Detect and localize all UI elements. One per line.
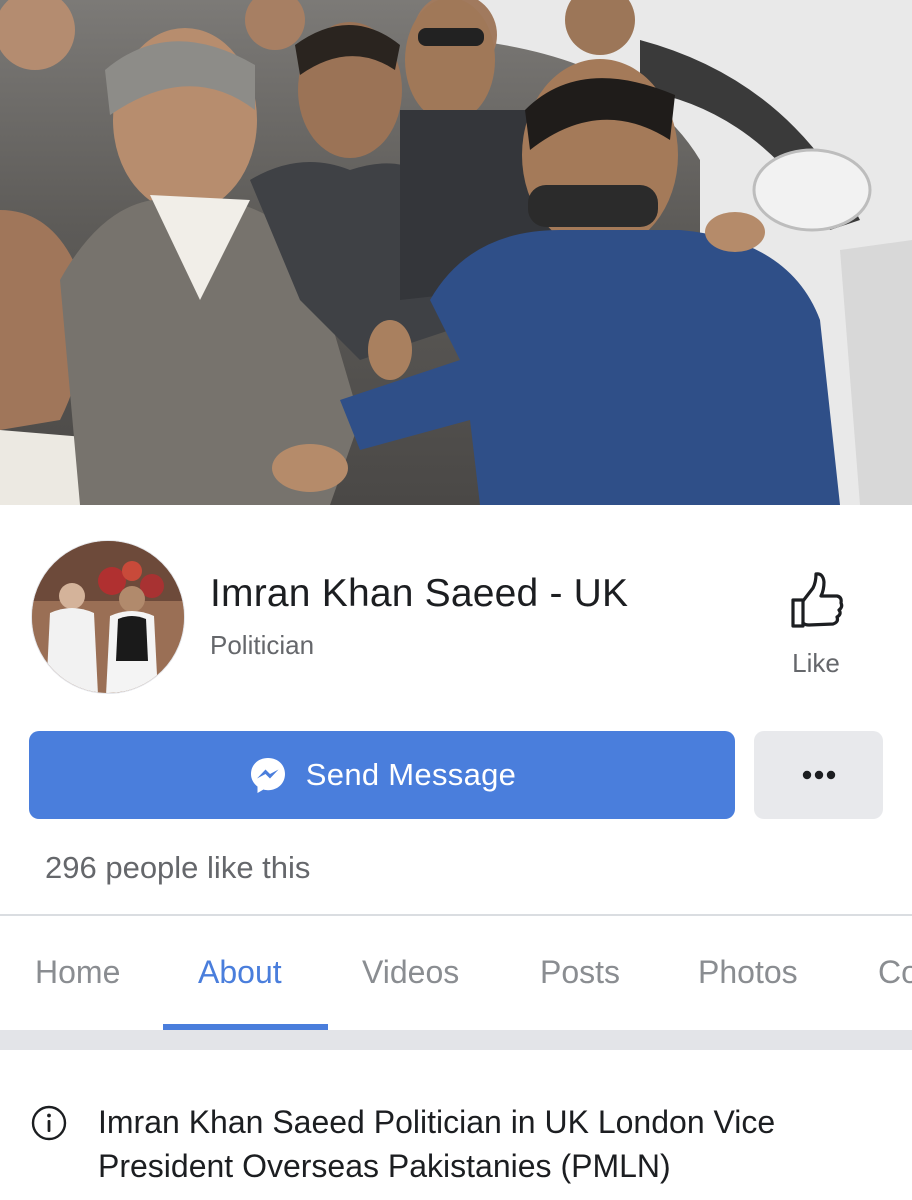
likes-count: 296 people like this <box>45 850 311 885</box>
tab-posts[interactable]: Posts <box>540 954 620 991</box>
tab-home[interactable]: Home <box>35 954 120 991</box>
profile-avatar-image <box>32 541 184 693</box>
tab-community[interactable]: Co <box>878 954 912 991</box>
thumbs-up-icon <box>791 572 844 628</box>
like-label: Like <box>792 648 840 678</box>
info-icon <box>31 1105 67 1141</box>
tab-about[interactable]: About <box>198 954 282 991</box>
profile-avatar[interactable] <box>31 540 185 694</box>
send-message-button[interactable]: Send Message <box>29 731 735 819</box>
tab-photos[interactable]: Photos <box>698 954 798 991</box>
about-description: Imran Khan Saeed Politician in UK London… <box>98 1104 776 1184</box>
messenger-icon <box>250 758 285 793</box>
like-button[interactable]: Like <box>770 570 862 685</box>
tab-videos[interactable]: Videos <box>362 954 459 991</box>
cover-photo[interactable] <box>0 0 912 505</box>
more-dots-icon <box>802 770 835 780</box>
section-separator <box>0 1030 912 1050</box>
page-name: Imran Khan Saeed - UK <box>210 572 629 615</box>
send-message-label: Send Message <box>305 757 517 792</box>
more-options-button[interactable] <box>754 731 883 819</box>
cover-photo-image <box>0 0 912 505</box>
tab-bar: Home About Videos Posts Photos Co <box>0 916 912 1030</box>
page-category: Politician <box>210 630 315 660</box>
